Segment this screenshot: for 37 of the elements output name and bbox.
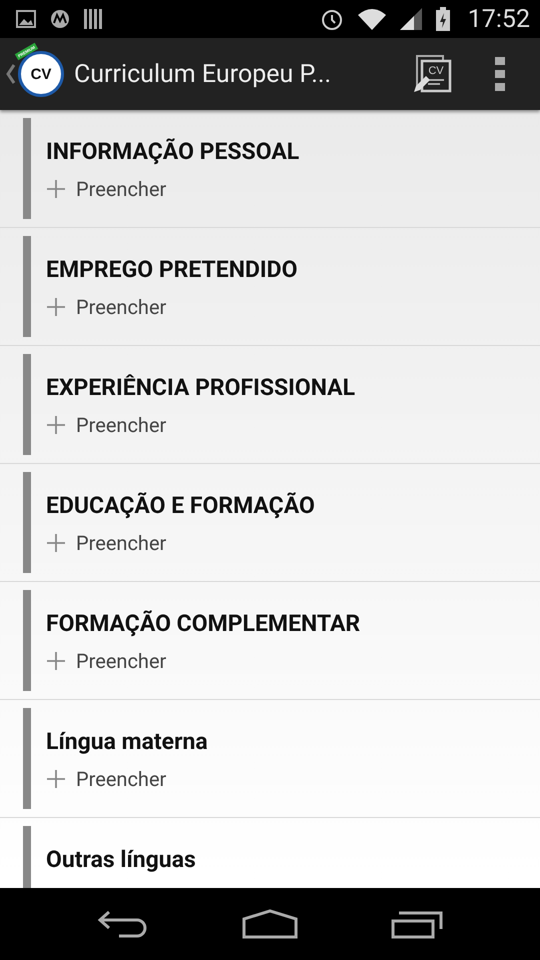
section-title: EXPERIÊNCIA PROFISSIONAL xyxy=(46,374,356,401)
plus-icon xyxy=(46,769,66,789)
home-icon xyxy=(242,909,298,939)
fill-in-button[interactable]: Preencher xyxy=(46,413,166,437)
plus-icon xyxy=(46,297,66,317)
signal-icon xyxy=(400,8,422,30)
fill-in-button[interactable]: Preencher xyxy=(46,767,166,791)
fill-in-button[interactable]: Preencher xyxy=(46,295,166,319)
picture-icon xyxy=(16,10,36,28)
section-title: Outras línguas xyxy=(46,846,196,873)
edit-cv-button[interactable]: CV xyxy=(404,46,460,102)
section-title: INFORMAÇÃO PESSOAL xyxy=(46,138,300,165)
section-title: FORMAÇÃO COMPLEMENTAR xyxy=(46,610,360,637)
app-title: Curriculum Europeu P... xyxy=(74,60,332,88)
fill-in-button[interactable]: Preencher xyxy=(46,649,166,673)
section-title: EDUCAÇÃO E FORMAÇÃO xyxy=(46,492,315,519)
recent-apps-icon xyxy=(391,909,444,939)
alarm-icon xyxy=(320,7,344,31)
plus-icon xyxy=(46,651,66,671)
logo-text: CV xyxy=(30,66,52,82)
fill-in-button[interactable]: Preencher xyxy=(46,177,166,201)
barcode-icon xyxy=(84,9,102,29)
plus-icon xyxy=(46,179,66,199)
wifi-icon xyxy=(358,8,386,30)
fill-in-button[interactable]: Preencher xyxy=(46,531,166,555)
recent-apps-button[interactable] xyxy=(391,909,444,939)
clock-time: 17:52 xyxy=(468,4,530,34)
chevron-left-icon xyxy=(6,64,16,84)
section-title: Língua materna xyxy=(46,728,208,755)
home-button[interactable] xyxy=(242,909,298,939)
plus-icon xyxy=(46,415,66,435)
section-title: EMPREGO PRETENDIDO xyxy=(46,256,298,283)
battery-icon xyxy=(436,7,450,31)
plus-icon xyxy=(46,533,66,553)
back-icon xyxy=(96,910,149,938)
back-button[interactable] xyxy=(96,910,149,938)
menu-icon xyxy=(495,57,505,91)
